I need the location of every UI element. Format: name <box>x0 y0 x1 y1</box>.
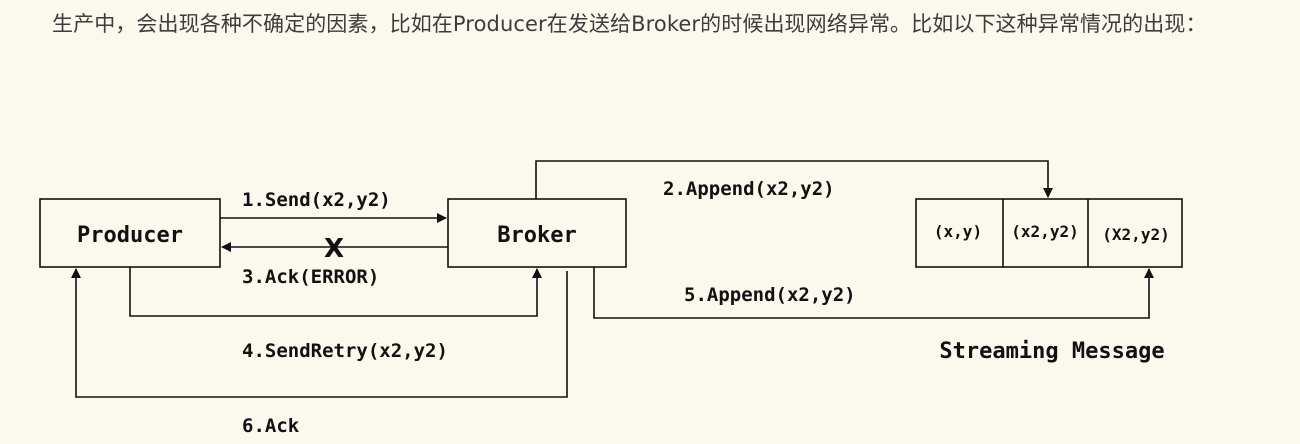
send-label: 1.Send(x2,y2) <box>242 189 391 211</box>
stream-cell-2: (x2,y2) <box>1011 222 1078 241</box>
ack-error-label: 3.Ack(ERROR) <box>242 266 379 288</box>
append-first-label: 2.Append(x2,y2) <box>663 178 835 200</box>
message-flow-diagram: Producer Broker (x,y) (x2,y2) (X2,y2) St… <box>39 160 1183 437</box>
append-retry-arrow <box>593 267 1154 319</box>
stream-queue: (x,y) (x2,y2) (X2,y2) <box>915 198 1183 268</box>
append-retry-label: 5.Append(x2,y2) <box>684 284 856 306</box>
failure-x-mark: X <box>324 234 344 264</box>
stream-cell-3: (X2,y2) <box>1102 225 1169 244</box>
broker-node: Broker <box>447 198 627 268</box>
ack-label: 6.Ack <box>242 415 300 437</box>
stream-cell-1: (x,y) <box>934 222 982 241</box>
ack-arrow <box>71 268 568 398</box>
stream-caption: Streaming Message <box>939 339 1164 364</box>
send-retry-label: 4.SendRetry(x2,y2) <box>242 340 448 362</box>
producer-node: Producer <box>39 198 221 268</box>
producer-label: Producer <box>77 223 183 248</box>
broker-label: Broker <box>497 223 576 248</box>
